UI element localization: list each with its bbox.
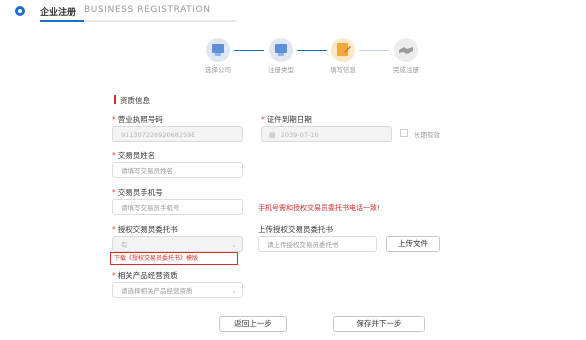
- auth-label-text: 授权交易员委托书: [117, 225, 178, 234]
- trader-phone-label-text: 交易员手机号: [117, 188, 163, 197]
- phone-warning-note: 手机号需和授权交易员委托书电话一致!: [258, 204, 380, 212]
- step-select-company: 选择公司: [193, 38, 243, 74]
- step-label: 注册类型: [268, 66, 294, 74]
- required-mark: *: [112, 225, 116, 234]
- longterm-checkbox[interactable]: [400, 129, 408, 137]
- license-label: * 营业执照号码: [112, 114, 163, 125]
- handshake-icon: [394, 38, 418, 62]
- step-register-type: 注册类型: [256, 38, 306, 74]
- required-mark: *: [112, 115, 116, 124]
- auth-select[interactable]: 有 ⌄: [112, 236, 243, 252]
- auth-select-value: 有: [121, 241, 128, 249]
- expire-date-value: 2039-07-16: [280, 131, 319, 139]
- save-next-button[interactable]: 保存并下一步: [333, 316, 425, 332]
- title-underline: [40, 20, 236, 22]
- required-mark: *: [261, 115, 265, 124]
- expire-label-text: 证件到期日期: [266, 115, 312, 124]
- product-select-placeholder: 请选择相关产品经营资质: [121, 287, 193, 295]
- chevron-down-icon: ⌄: [231, 241, 237, 249]
- trader-name-label: * 交易员姓名: [112, 150, 155, 161]
- license-number-input[interactable]: 91130722692068259E: [112, 126, 243, 142]
- trader-phone-input[interactable]: 请填写交易员手机号: [112, 199, 243, 215]
- expire-date-input[interactable]: ▦ 2039-07-16: [261, 126, 392, 142]
- step-label: 填写信息: [330, 66, 356, 74]
- page-title-cn: 企业注册: [40, 8, 77, 18]
- download-template-link[interactable]: 下载《授权交易员委托书》模版: [110, 252, 238, 265]
- product-select[interactable]: 请选择相关产品经营资质 ⌄: [112, 282, 243, 298]
- company-icon: [206, 38, 230, 62]
- gear-logo-icon: [15, 6, 25, 16]
- step-label: 选择公司: [205, 66, 231, 74]
- longterm-label: 长期有效: [414, 131, 440, 139]
- license-label-text: 营业执照号码: [117, 115, 163, 124]
- section-title: 资质信息: [120, 96, 150, 105]
- title-underline-active: [40, 20, 84, 22]
- upload-file-input[interactable]: 请上传授权交易员委托书: [258, 236, 377, 252]
- edit-icon: [331, 38, 355, 62]
- trader-name-input[interactable]: 请填写交易员姓名: [112, 162, 243, 178]
- upload-label: 上传授权交易员委托书: [258, 225, 333, 234]
- step-label: 完成注册: [393, 66, 419, 74]
- page-header: 企业注册 BUSINESS REGISTRATION: [0, 0, 586, 22]
- auth-label: * 授权交易员委托书: [112, 224, 178, 235]
- required-mark: *: [112, 151, 116, 160]
- required-mark: *: [112, 188, 116, 197]
- upload-file-button[interactable]: 上传文件: [386, 236, 440, 252]
- calendar-icon: ▦: [269, 131, 276, 139]
- step-complete: 完成注册: [381, 38, 431, 74]
- step-fill-info: 填写信息: [318, 38, 368, 74]
- trader-name-label-text: 交易员姓名: [117, 151, 156, 160]
- trader-phone-label: * 交易员手机号: [112, 187, 163, 198]
- page-title-en: BUSINESS REGISTRATION: [84, 5, 211, 15]
- section-marker: [114, 95, 116, 104]
- expire-label: * 证件到期日期: [261, 114, 312, 125]
- product-label: * 相关产品经营资质: [112, 270, 178, 281]
- back-button[interactable]: 返回上一步: [219, 316, 287, 332]
- type-icon: [269, 38, 293, 62]
- required-mark: *: [112, 271, 116, 280]
- chevron-down-icon: ⌄: [231, 287, 237, 295]
- product-label-text: 相关产品经营资质: [117, 271, 178, 280]
